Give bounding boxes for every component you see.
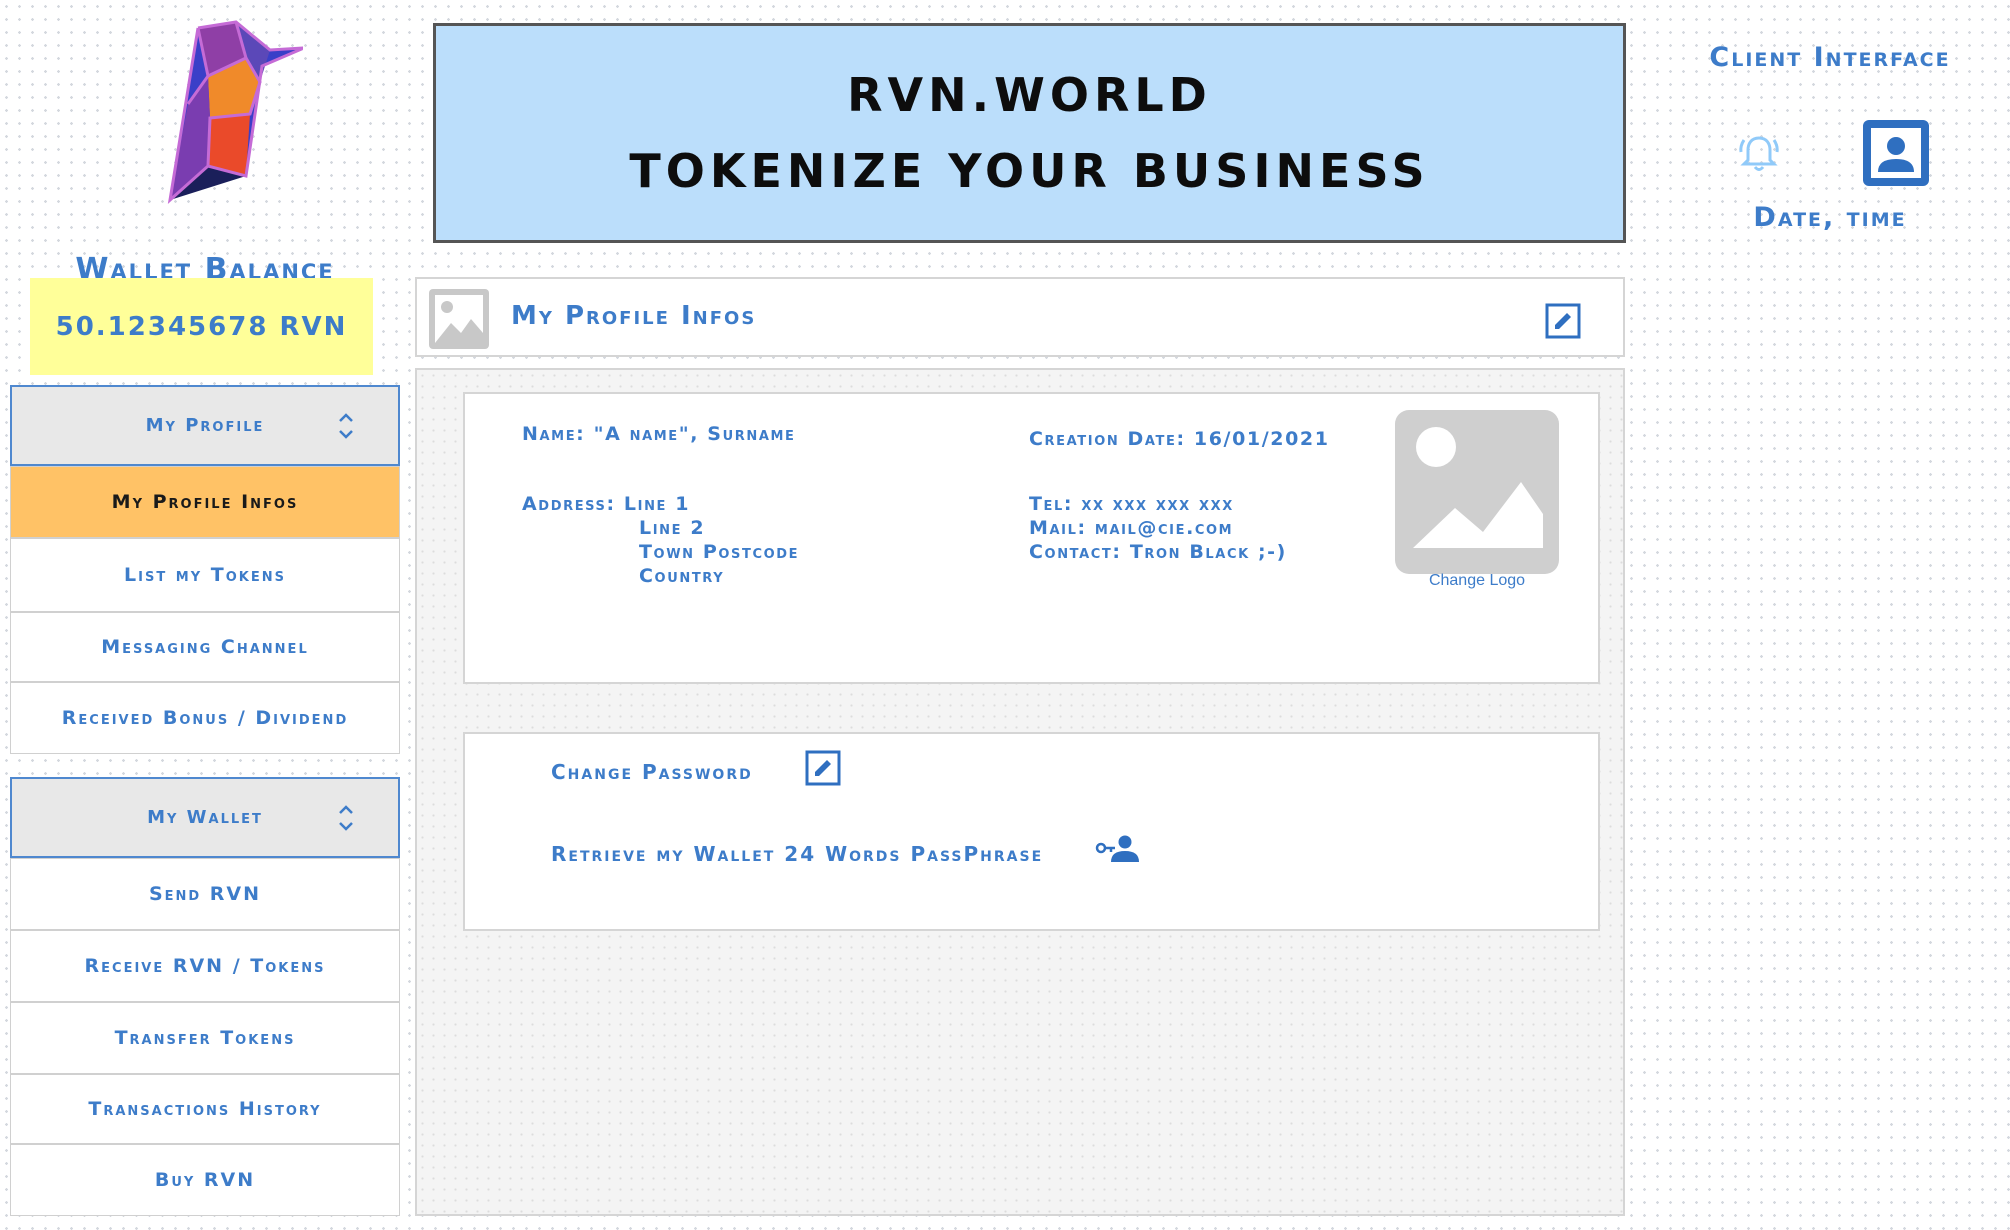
sidebar-item-my-profile-infos[interactable]: My Profile Infos [10,466,400,538]
profile-info-card: Name: "A name", Surname Address: Line 1 … [463,392,1600,684]
header-banner: RVN.WORLD TOKENIZE YOUR BUSINESS [433,23,1626,243]
banner-title: RVN.WORLD [847,68,1212,122]
bell-icon[interactable] [1736,130,1782,176]
profile-name: Name: "A name", Surname [522,423,796,445]
ravencoin-logo [167,20,303,204]
sidebar-item-transfer-tokens[interactable]: Transfer Tokens [10,1002,400,1074]
client-interface-title: Client Interface [1709,42,1951,73]
chevron-up-down-icon [339,412,353,439]
image-placeholder-icon [429,289,489,349]
retrieve-passphrase-label[interactable]: Retrieve my Wallet 24 Words PassPhrase [551,842,1043,866]
sidebar-section-label: My Wallet [147,807,263,828]
sidebar-item-transactions-history[interactable]: Transactions History [10,1074,400,1144]
sidebar-item-messaging-channel[interactable]: Messaging Channel [10,612,400,682]
profile-creation-date: Creation Date: 16/01/2021 [1029,428,1330,450]
banner-subtitle: TOKENIZE YOUR BUSINESS [629,144,1430,198]
sidebar-section-my-wallet[interactable]: My Wallet [10,777,400,858]
profile-contact: Contact: Tron Black ;-) [1029,541,1287,563]
profile-header-bar: My Profile Infos [415,277,1625,357]
profile-mail: Mail: mail@cie.com [1029,517,1234,539]
profile-address-line1: Address: Line 1 [522,493,691,515]
sidebar-item-buy-rvn[interactable]: Buy RVN [10,1144,400,1216]
security-card: Change Password Retrieve my Wallet 24 Wo… [463,732,1600,931]
profile-address-line4: Country [639,565,725,587]
sidebar-section-label: My Profile [145,415,265,436]
change-password-label[interactable]: Change Password [551,760,753,784]
sidebar-item-list-my-tokens[interactable]: List my Tokens [10,538,400,612]
sidebar-section-my-profile[interactable]: My Profile [10,385,400,466]
key-person-icon[interactable] [1095,834,1139,864]
profile-address-line2: Line 2 [639,517,706,539]
chevron-up-down-icon [339,804,353,831]
sidebar-item-receive-rvn-tokens[interactable]: Receive RVN / Tokens [10,930,400,1002]
profile-section-title: My Profile Infos [511,301,757,331]
change-logo-link[interactable]: Change Logo [1395,572,1559,590]
profile-address-line3: Town Postcode [639,541,800,563]
date-time-display: Date, time [1753,202,1907,233]
image-placeholder-icon [1413,427,1543,548]
contact-icon[interactable] [1858,115,1934,191]
edit-icon[interactable] [805,750,841,786]
wallet-balance-value: 50.12345678 RVN [30,278,373,375]
company-logo-image[interactable] [1395,410,1559,574]
sidebar-item-send-rvn[interactable]: Send RVN [10,858,400,930]
profile-tel: Tel: xx xxx xxx xxx [1029,493,1234,515]
edit-icon[interactable] [1545,303,1581,339]
sidebar-item-received-bonus[interactable]: Received Bonus / Dividend [10,682,400,754]
